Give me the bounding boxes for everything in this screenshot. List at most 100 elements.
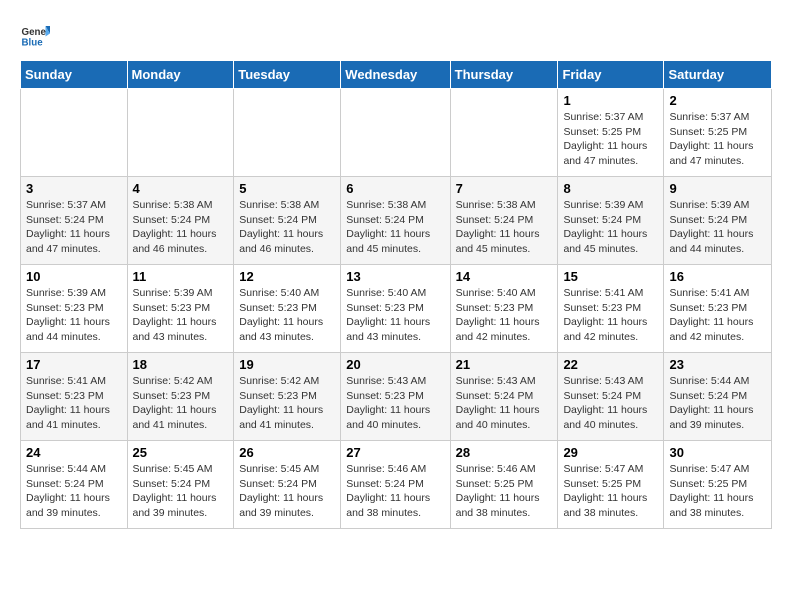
- day-info: Sunrise: 5:47 AM Sunset: 5:25 PM Dayligh…: [563, 462, 658, 521]
- logo: General Blue: [20, 20, 54, 50]
- day-info: Sunrise: 5:43 AM Sunset: 5:24 PM Dayligh…: [456, 374, 553, 433]
- day-cell: 8 Sunrise: 5:39 AM Sunset: 5:24 PM Daylig…: [558, 177, 664, 265]
- day-cell: 9 Sunrise: 5:39 AM Sunset: 5:24 PM Daylig…: [664, 177, 772, 265]
- day-info: Sunrise: 5:41 AM Sunset: 5:23 PM Dayligh…: [669, 286, 766, 345]
- day-info: Sunrise: 5:37 AM Sunset: 5:24 PM Dayligh…: [26, 198, 122, 257]
- day-info: Sunrise: 5:38 AM Sunset: 5:24 PM Dayligh…: [239, 198, 335, 257]
- day-number: 19: [239, 357, 335, 372]
- day-info: Sunrise: 5:39 AM Sunset: 5:24 PM Dayligh…: [669, 198, 766, 257]
- day-cell: 7Sunrise: 5:38 AM Sunset: 5:24 PM Daylig…: [450, 177, 558, 265]
- day-cell: 20 Sunrise: 5:43 AM Sunset: 5:23 PM Dayli…: [341, 353, 450, 441]
- day-number: 4: [133, 181, 229, 196]
- day-cell: 25 Sunrise: 5:45 AM Sunset: 5:24 PM Dayli…: [127, 441, 234, 529]
- day-number: 17: [26, 357, 122, 372]
- day-number: 25: [133, 445, 229, 460]
- day-number: 18: [133, 357, 229, 372]
- day-info: Sunrise: 5:42 AM Sunset: 5:23 PM Dayligh…: [239, 374, 335, 433]
- day-cell: 26 Sunrise: 5:45 AM Sunset: 5:24 PM Dayli…: [234, 441, 341, 529]
- col-header-wednesday: Wednesday: [341, 61, 450, 89]
- week-row-4: 24 Sunrise: 5:44 AM Sunset: 5:24 PM Dayli…: [21, 441, 772, 529]
- day-info: Sunrise: 5:46 AM Sunset: 5:24 PM Dayligh…: [346, 462, 444, 521]
- day-cell: 3 Sunrise: 5:37 AM Sunset: 5:24 PM Daylig…: [21, 177, 128, 265]
- day-number: 16: [669, 269, 766, 284]
- day-info: Sunrise: 5:46 AM Sunset: 5:25 PM Dayligh…: [456, 462, 553, 521]
- day-number: 3: [26, 181, 122, 196]
- day-cell: 4 Sunrise: 5:38 AM Sunset: 5:24 PM Daylig…: [127, 177, 234, 265]
- day-info: Sunrise: 5:38 AM Sunset: 5:24 PM Dayligh…: [456, 198, 553, 257]
- header: General Blue: [20, 20, 772, 50]
- day-number: 14: [456, 269, 553, 284]
- day-cell: 12 Sunrise: 5:40 AM Sunset: 5:23 PM Dayli…: [234, 265, 341, 353]
- day-cell: 2Sunrise: 5:37 AM Sunset: 5:25 PM Daylig…: [664, 89, 772, 177]
- day-info: Sunrise: 5:38 AM Sunset: 5:24 PM Dayligh…: [346, 198, 444, 257]
- day-number: 5: [239, 181, 335, 196]
- day-cell: 23 Sunrise: 5:44 AM Sunset: 5:24 PM Dayli…: [664, 353, 772, 441]
- day-info: Sunrise: 5:42 AM Sunset: 5:23 PM Dayligh…: [133, 374, 229, 433]
- day-info: Sunrise: 5:40 AM Sunset: 5:23 PM Dayligh…: [346, 286, 444, 345]
- day-info: Sunrise: 5:43 AM Sunset: 5:23 PM Dayligh…: [346, 374, 444, 433]
- day-cell: 6 Sunrise: 5:38 AM Sunset: 5:24 PM Daylig…: [341, 177, 450, 265]
- day-info: Sunrise: 5:45 AM Sunset: 5:24 PM Dayligh…: [133, 462, 229, 521]
- day-info: Sunrise: 5:39 AM Sunset: 5:23 PM Dayligh…: [26, 286, 122, 345]
- day-cell: 16 Sunrise: 5:41 AM Sunset: 5:23 PM Dayli…: [664, 265, 772, 353]
- day-info: Sunrise: 5:39 AM Sunset: 5:24 PM Dayligh…: [563, 198, 658, 257]
- day-info: Sunrise: 5:45 AM Sunset: 5:24 PM Dayligh…: [239, 462, 335, 521]
- day-cell: 21 Sunrise: 5:43 AM Sunset: 5:24 PM Dayli…: [450, 353, 558, 441]
- day-number: 8: [563, 181, 658, 196]
- day-cell: 10Sunrise: 5:39 AM Sunset: 5:23 PM Dayli…: [21, 265, 128, 353]
- col-header-monday: Monday: [127, 61, 234, 89]
- day-number: 1: [563, 93, 658, 108]
- day-cell: 22 Sunrise: 5:43 AM Sunset: 5:24 PM Dayli…: [558, 353, 664, 441]
- day-cell: 27Sunrise: 5:46 AM Sunset: 5:24 PM Dayli…: [341, 441, 450, 529]
- day-number: 29: [563, 445, 658, 460]
- day-info: Sunrise: 5:40 AM Sunset: 5:23 PM Dayligh…: [239, 286, 335, 345]
- day-info: Sunrise: 5:39 AM Sunset: 5:23 PM Dayligh…: [133, 286, 229, 345]
- day-cell: 28 Sunrise: 5:46 AM Sunset: 5:25 PM Dayli…: [450, 441, 558, 529]
- week-row-2: 10Sunrise: 5:39 AM Sunset: 5:23 PM Dayli…: [21, 265, 772, 353]
- day-cell: 11 Sunrise: 5:39 AM Sunset: 5:23 PM Dayli…: [127, 265, 234, 353]
- day-number: 6: [346, 181, 444, 196]
- day-number: 11: [133, 269, 229, 284]
- day-number: 28: [456, 445, 553, 460]
- day-cell: 13 Sunrise: 5:40 AM Sunset: 5:23 PM Dayli…: [341, 265, 450, 353]
- col-header-thursday: Thursday: [450, 61, 558, 89]
- day-number: 13: [346, 269, 444, 284]
- day-number: 12: [239, 269, 335, 284]
- day-cell: 24 Sunrise: 5:44 AM Sunset: 5:24 PM Dayli…: [21, 441, 128, 529]
- day-number: 26: [239, 445, 335, 460]
- day-info: Sunrise: 5:37 AM Sunset: 5:25 PM Dayligh…: [669, 110, 766, 169]
- col-header-sunday: Sunday: [21, 61, 128, 89]
- day-number: 9: [669, 181, 766, 196]
- logo-icon: General Blue: [20, 20, 50, 50]
- day-cell: 5 Sunrise: 5:38 AM Sunset: 5:24 PM Daylig…: [234, 177, 341, 265]
- day-info: Sunrise: 5:44 AM Sunset: 5:24 PM Dayligh…: [669, 374, 766, 433]
- day-number: 21: [456, 357, 553, 372]
- day-cell: [234, 89, 341, 177]
- col-header-tuesday: Tuesday: [234, 61, 341, 89]
- day-info: Sunrise: 5:38 AM Sunset: 5:24 PM Dayligh…: [133, 198, 229, 257]
- calendar-table: SundayMondayTuesdayWednesdayThursdayFrid…: [20, 60, 772, 529]
- day-cell: 15Sunrise: 5:41 AM Sunset: 5:23 PM Dayli…: [558, 265, 664, 353]
- header-row: SundayMondayTuesdayWednesdayThursdayFrid…: [21, 61, 772, 89]
- day-cell: 1Sunrise: 5:37 AM Sunset: 5:25 PM Daylig…: [558, 89, 664, 177]
- day-cell: 30 Sunrise: 5:47 AM Sunset: 5:25 PM Dayli…: [664, 441, 772, 529]
- day-cell: [450, 89, 558, 177]
- day-number: 24: [26, 445, 122, 460]
- day-info: Sunrise: 5:44 AM Sunset: 5:24 PM Dayligh…: [26, 462, 122, 521]
- day-info: Sunrise: 5:43 AM Sunset: 5:24 PM Dayligh…: [563, 374, 658, 433]
- week-row-3: 17 Sunrise: 5:41 AM Sunset: 5:23 PM Dayli…: [21, 353, 772, 441]
- day-number: 22: [563, 357, 658, 372]
- col-header-saturday: Saturday: [664, 61, 772, 89]
- day-info: Sunrise: 5:47 AM Sunset: 5:25 PM Dayligh…: [669, 462, 766, 521]
- day-info: Sunrise: 5:41 AM Sunset: 5:23 PM Dayligh…: [26, 374, 122, 433]
- day-cell: 29 Sunrise: 5:47 AM Sunset: 5:25 PM Dayli…: [558, 441, 664, 529]
- week-row-1: 3 Sunrise: 5:37 AM Sunset: 5:24 PM Daylig…: [21, 177, 772, 265]
- day-number: 23: [669, 357, 766, 372]
- day-cell: 19 Sunrise: 5:42 AM Sunset: 5:23 PM Dayli…: [234, 353, 341, 441]
- day-cell: 17 Sunrise: 5:41 AM Sunset: 5:23 PM Dayli…: [21, 353, 128, 441]
- day-number: 20: [346, 357, 444, 372]
- week-row-0: 1 Sunrise: 5:37 AM Sunset: 5:25 PM Daylig…: [21, 89, 772, 177]
- day-cell: [127, 89, 234, 177]
- day-number: 30: [669, 445, 766, 460]
- day-number: 15: [563, 269, 658, 284]
